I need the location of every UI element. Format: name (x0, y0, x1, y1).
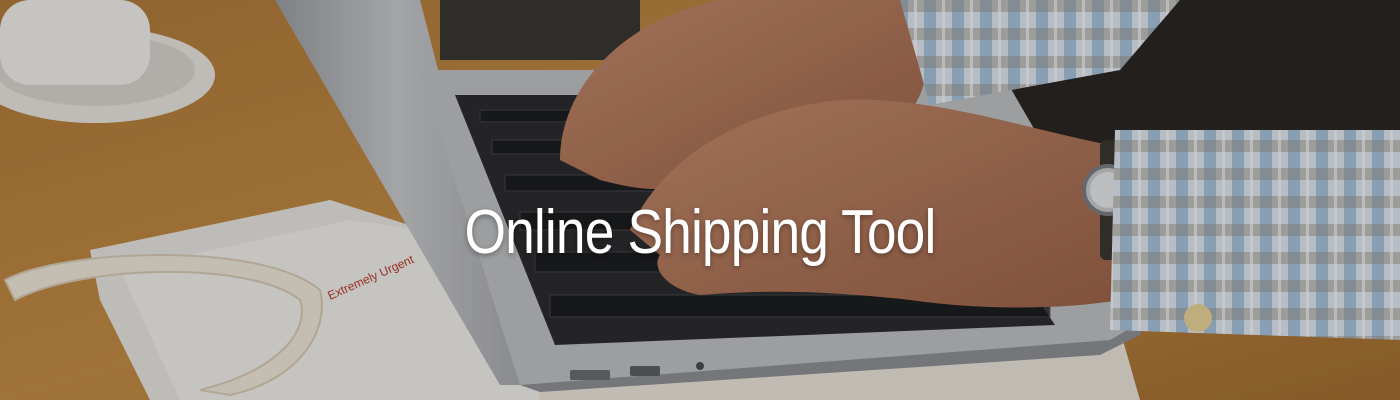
hero-banner: Extremely Urgent Online Shipping Tool (0, 0, 1400, 400)
hero-title: Online Shipping Tool (464, 197, 937, 267)
